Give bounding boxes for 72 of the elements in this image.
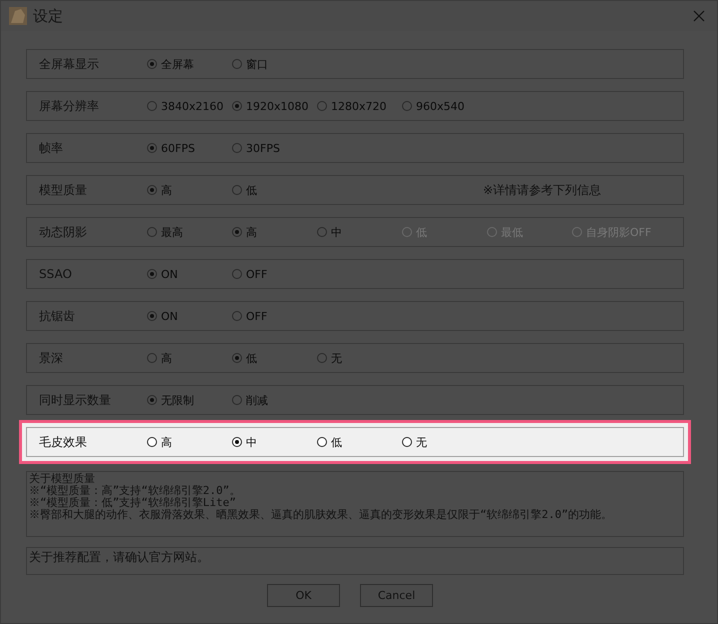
info-line: ※“模型质量：高”支持“软绵绵引擎2.0”。 xyxy=(29,485,242,497)
setting-label: 帧率 xyxy=(39,140,64,156)
setting-label: 全屏幕显示 xyxy=(39,56,100,72)
radio-option[interactable]: 窗口 xyxy=(232,56,317,72)
radio-option[interactable]: 高 xyxy=(232,224,317,240)
radio-option[interactable]: 1280x720 xyxy=(317,100,402,112)
radio-dot-icon[interactable] xyxy=(232,395,242,405)
radio-dot-icon[interactable] xyxy=(232,59,242,69)
radio-dot-icon[interactable] xyxy=(147,185,157,195)
radio-dot-icon[interactable] xyxy=(402,437,412,447)
close-icon[interactable] xyxy=(693,10,705,22)
radio-dot-icon[interactable] xyxy=(147,311,157,321)
setting-label: 景深 xyxy=(39,350,64,366)
radio-dot-icon[interactable] xyxy=(147,227,157,237)
radio-option[interactable]: 低 xyxy=(317,434,402,450)
radio-dot-icon[interactable] xyxy=(147,437,157,447)
radio-option[interactable]: 中 xyxy=(317,224,402,240)
radio-option[interactable]: 削减 xyxy=(232,392,317,408)
radio-option[interactable]: ON xyxy=(147,268,232,280)
radio-dot-icon[interactable] xyxy=(232,437,242,447)
radio-option[interactable]: 最高 xyxy=(147,224,232,240)
radio-dot-icon[interactable] xyxy=(232,227,242,237)
radio-dot-icon[interactable] xyxy=(402,101,412,111)
radio-dot-icon[interactable] xyxy=(232,143,242,153)
radio-option[interactable]: 无 xyxy=(402,434,487,450)
radio-option[interactable]: 高 xyxy=(147,434,232,450)
radio-dot-icon[interactable] xyxy=(317,227,327,237)
note-text: ※详情请参考下列信息 xyxy=(482,182,601,198)
radio-option[interactable]: 60FPS xyxy=(147,142,232,154)
radio-dot-icon[interactable] xyxy=(147,143,157,153)
radio-dot-icon[interactable] xyxy=(232,353,242,363)
radio-dot-icon[interactable] xyxy=(147,269,157,279)
radio-dot-icon[interactable] xyxy=(232,185,242,195)
radio-dot-icon[interactable] xyxy=(232,101,242,111)
radio-option[interactable]: 30FPS xyxy=(232,142,317,154)
radio-dot-icon[interactable] xyxy=(317,353,327,363)
radio-option[interactable]: 高 xyxy=(147,350,232,366)
radio-option[interactable]: 无限制 xyxy=(147,392,232,408)
radio-option[interactable]: OFF xyxy=(232,310,317,322)
radio-option[interactable]: OFF xyxy=(232,268,317,280)
radio-dot-icon[interactable] xyxy=(317,437,327,447)
info-line: ※“模型质量：低”支持“软绵绵引擎Lite” xyxy=(29,497,237,509)
radio-option[interactable]: 低 xyxy=(232,350,317,366)
setting-label: 同时显示数量 xyxy=(39,392,112,408)
radio-dot-icon[interactable] xyxy=(147,101,157,111)
setting-label: SSAO xyxy=(39,267,73,281)
info-line: 关于模型质量 xyxy=(29,473,96,485)
setting-label: 屏幕分辨率 xyxy=(39,98,100,114)
radio-option[interactable]: ON xyxy=(147,310,232,322)
radio-option[interactable]: 中 xyxy=(232,434,317,450)
info-line: ※臀部和大腿的动作、衣服滑落效果、晒黑效果、逼真的肌肤效果、逼真的变形效果是仅限于“软绵绵引擎2.0”的功能。 xyxy=(29,509,614,521)
setting-label: 毛皮效果 xyxy=(39,434,88,450)
dialog-button[interactable]: OK xyxy=(267,584,340,607)
radio-option[interactable]: 全屏幕 xyxy=(147,56,232,72)
recommend-text-box: 关于推荐配置，请确认官方网站。 xyxy=(26,547,684,575)
radio-option[interactable]: 无 xyxy=(317,350,402,366)
radio-option[interactable]: 低 xyxy=(232,182,317,198)
radio-option[interactable]: 高 xyxy=(147,182,232,198)
radio-option[interactable]: 1920x1080 xyxy=(232,100,317,112)
radio-dot-icon[interactable] xyxy=(232,269,242,279)
radio-option[interactable]: 3840x2160 xyxy=(147,100,232,112)
setting-label: 抗锯齿 xyxy=(39,308,76,324)
radio-dot-icon[interactable] xyxy=(147,353,157,363)
app-icon xyxy=(9,7,27,25)
radio-dot-icon[interactable] xyxy=(317,101,327,111)
radio-option[interactable]: 960x540 xyxy=(402,100,487,112)
radio-dot-icon[interactable] xyxy=(147,59,157,69)
setting-label: 模型质量 xyxy=(39,182,88,198)
radio-dot-icon[interactable] xyxy=(147,395,157,405)
setting-label: 动态阴影 xyxy=(39,224,88,240)
dialog-button[interactable]: Cancel xyxy=(360,584,433,607)
radio-dot-icon[interactable] xyxy=(232,311,242,321)
